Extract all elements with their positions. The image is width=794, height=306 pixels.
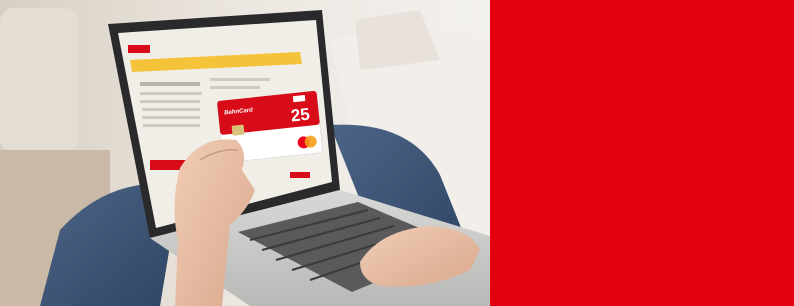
armchair (0, 8, 78, 153)
red-panel (490, 0, 794, 306)
card-discount-number: 25 (290, 105, 311, 126)
photo-scene: BahnCard 25 (0, 0, 794, 306)
photo: BahnCard 25 (0, 0, 490, 306)
card-chip (231, 124, 245, 136)
